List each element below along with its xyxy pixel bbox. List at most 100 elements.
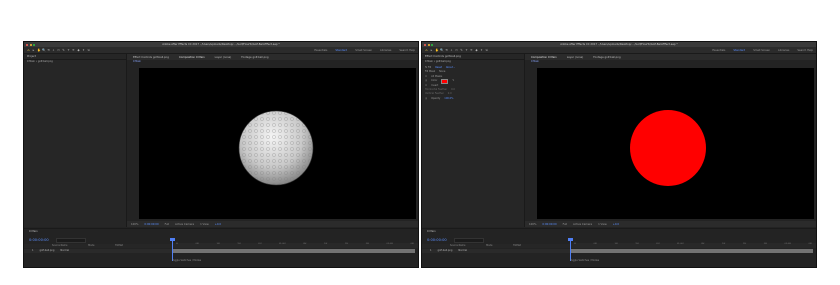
timeline-tab[interactable]: 0 Main — [427, 230, 436, 233]
minimize-window-button[interactable] — [427, 43, 430, 46]
composition-subtab[interactable]: 0 Main — [525, 60, 539, 64]
workspace-libraries[interactable]: Libraries — [380, 49, 391, 52]
ruler-tick: 05f — [303, 243, 307, 245]
layer-row[interactable]: 1 golf-ball.png Normal — [24, 249, 172, 253]
hand-tool-icon[interactable]: ✋ — [37, 48, 41, 52]
stopwatch-icon[interactable]: ◷ — [425, 97, 427, 101]
layer-mode[interactable]: Normal — [60, 249, 69, 253]
zoom-window-button[interactable] — [33, 43, 35, 46]
playhead-line — [172, 239, 173, 261]
brush-tool-icon[interactable]: ✒ — [470, 48, 473, 52]
pen-tool-icon[interactable]: ✎ — [460, 48, 463, 52]
composition-viewer[interactable] — [537, 68, 814, 219]
time-ruler[interactable]: 0f 05f 10f 15f 20f 01:00f 05f 10f 15f 20… — [570, 243, 816, 248]
rectangle-tool-icon[interactable]: ▭ — [455, 48, 458, 52]
view-layout-dropdown[interactable]: 1 View — [200, 223, 209, 226]
tab-footage[interactable]: Footage golf-ball.png — [241, 56, 268, 59]
zoom-tool-icon[interactable]: 🔍 — [42, 48, 46, 52]
clone-tool-icon[interactable]: ◆ — [77, 48, 80, 52]
toggle-switches-modes[interactable]: Toggle Switches / Modes — [570, 259, 599, 262]
timeline-tab[interactable]: 0 Main — [29, 230, 38, 233]
selection-tool-icon[interactable]: ▸ — [32, 48, 35, 52]
tab-layer[interactable]: Layer (none) — [567, 56, 584, 59]
camera-dropdown[interactable]: Active Camera — [573, 223, 592, 226]
effect-value[interactable]: 100.0% — [444, 97, 453, 101]
timeline-timecode[interactable]: 0:00:00:00 — [427, 238, 447, 242]
resolution-dropdown[interactable]: Full — [563, 223, 567, 226]
tab-composition[interactable]: Composition 0 Main — [179, 56, 205, 59]
minimize-window-button[interactable] — [29, 43, 32, 46]
project-breadcrumb: 0 Main • golf-ball.png — [27, 60, 53, 63]
rotate-tool-icon[interactable]: ⟲ — [445, 48, 448, 52]
viewer-timecode[interactable]: 0:00:00:00 — [144, 223, 158, 226]
effect-about-link[interactable]: About... — [446, 66, 455, 70]
magnification-dropdown[interactable]: 100% — [131, 223, 138, 226]
tab-effect-controls[interactable]: Effect Controls golf-ball.png — [133, 56, 169, 59]
workspace-small-screen[interactable]: Small Screen — [753, 49, 770, 52]
tab-footage[interactable]: Footage golf-ball.png — [593, 56, 620, 59]
ruler-tick: 20f — [656, 243, 660, 245]
search-help-field[interactable]: Search Help — [797, 49, 813, 52]
time-ruler[interactable]: 0f 05f 10f 15f 20f 01:00f 05f 10f 15f 20… — [172, 243, 418, 248]
exposure-value[interactable]: +0.0 — [215, 223, 221, 226]
after-effects-window-right: Adobe After Effects CC 2017 - /Users/upl… — [421, 41, 817, 268]
pen-tool-icon[interactable]: ✎ — [62, 48, 65, 52]
snapping-icon[interactable]: ⇲ — [485, 48, 488, 52]
layer-duration-bar[interactable] — [172, 249, 415, 253]
snapping-icon[interactable]: ⇲ — [87, 48, 90, 52]
layer-row[interactable]: 1 golf-ball.png Normal — [422, 249, 570, 253]
camera-dropdown[interactable]: Active Camera — [175, 223, 194, 226]
view-layout-dropdown[interactable]: 1 View — [598, 223, 607, 226]
zoom-tool-icon[interactable]: 🔍 — [440, 48, 444, 52]
close-window-button[interactable] — [424, 43, 426, 46]
brush-tool-icon[interactable]: ✒ — [72, 48, 75, 52]
column-source-name: Source Name — [450, 244, 466, 247]
workspace-standard[interactable]: Standard — [733, 49, 745, 52]
workspace-libraries[interactable]: Libraries — [778, 49, 789, 52]
zoom-window-button[interactable] — [431, 43, 433, 46]
resolution-dropdown[interactable]: Full — [165, 223, 169, 226]
clone-tool-icon[interactable]: ◆ — [475, 48, 478, 52]
text-tool-icon[interactable]: T — [67, 48, 70, 52]
search-help-field[interactable]: Search Help — [399, 49, 415, 52]
home-icon[interactable]: ⌂ — [27, 48, 30, 52]
tab-composition[interactable]: Composition 0 Main — [531, 56, 557, 59]
exposure-value[interactable]: +0.0 — [613, 223, 619, 226]
ruler-tick: 10f — [614, 243, 618, 245]
text-tool-icon[interactable]: T — [465, 48, 468, 52]
composition-subtab[interactable]: 0 Main — [127, 60, 141, 64]
timeline-timecode[interactable]: 0:00:00:00 — [29, 238, 49, 242]
workspace-essentials[interactable]: Essentials — [314, 49, 327, 52]
workspace-essentials[interactable]: Essentials — [712, 49, 725, 52]
workspace-small-screen[interactable]: Small Screen — [355, 49, 372, 52]
puppet-tool-icon[interactable]: ✦ — [82, 48, 85, 52]
viewer-timecode[interactable]: 0:00:00:00 — [542, 223, 556, 226]
toggle-switches-modes[interactable]: Toggle Switches / Modes — [172, 259, 201, 262]
composition-viewer[interactable] — [139, 68, 416, 219]
fill-color-swatch[interactable] — [441, 78, 449, 84]
camera-tool-icon[interactable]: ⌖ — [450, 48, 453, 52]
magnification-dropdown[interactable]: 100% — [529, 223, 536, 226]
effect-row-opacity[interactable]: ◷ Opacity 100.0% — [425, 97, 521, 101]
layer-duration-bar[interactable] — [570, 249, 813, 253]
rectangle-tool-icon[interactable]: ▭ — [57, 48, 60, 52]
workspace-standard[interactable]: Standard — [335, 49, 347, 52]
camera-tool-icon[interactable]: ⌖ — [52, 48, 55, 52]
hand-tool-icon[interactable]: ✋ — [435, 48, 439, 52]
timeline-panel: 0 Main 0:00:00:00 Source Name Mode TrkMa… — [24, 228, 418, 263]
rotate-tool-icon[interactable]: ⟲ — [47, 48, 50, 52]
home-icon[interactable]: ⌂ — [425, 48, 428, 52]
layer-name[interactable]: golf-ball.png — [40, 249, 55, 253]
layer-name[interactable]: golf-ball.png — [438, 249, 453, 253]
tab-layer[interactable]: Layer (none) — [215, 56, 232, 59]
layer-mode[interactable]: Normal — [458, 249, 467, 253]
puppet-tool-icon[interactable]: ✦ — [480, 48, 483, 52]
layer-columns-header: Source Name Mode TrkMat — [422, 244, 570, 248]
selection-tool-icon[interactable]: ▸ — [430, 48, 433, 52]
close-window-button[interactable] — [26, 43, 28, 46]
timeline-search-input[interactable] — [454, 238, 484, 243]
timeline-search-input[interactable] — [56, 238, 86, 243]
column-trkmat: TrkMat — [513, 244, 521, 247]
eyedropper-icon[interactable]: ✎ — [452, 79, 454, 84]
column-trkmat: TrkMat — [115, 244, 123, 247]
